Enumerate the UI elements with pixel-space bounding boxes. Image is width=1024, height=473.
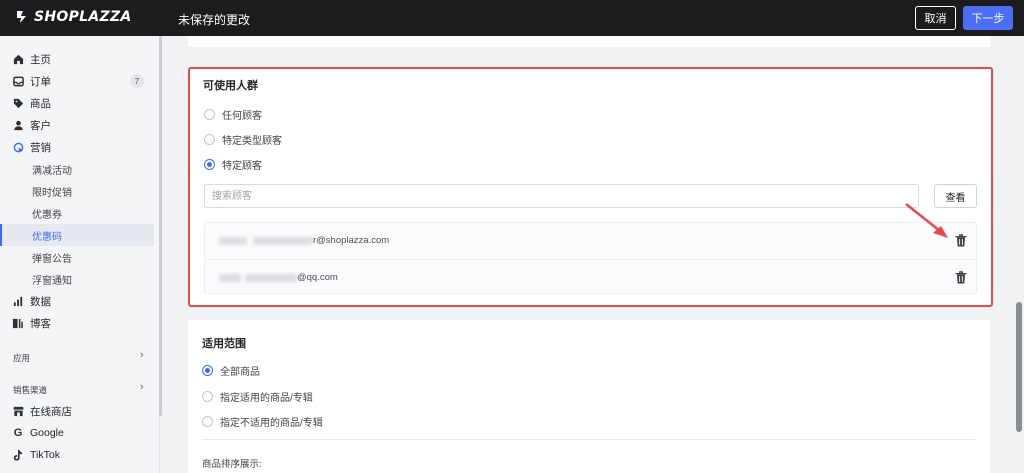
channels-chevron-right-icon[interactable]: › [140,381,144,393]
search-customers-input[interactable] [204,184,919,208]
sidebar-subitem-full-reduction[interactable]: 满减活动 [0,158,154,180]
bar-chart-icon [12,295,24,307]
previous-section-card [188,36,990,47]
divider [202,439,975,440]
sidebar-item-label: Google [30,427,64,439]
sidebar-scrollbar[interactable] [159,36,162,416]
apps-chevron-right-icon[interactable]: › [140,349,144,361]
logo-text: SHOPLAZZA [34,9,132,25]
applicable-scope-title: 适用范围 [202,338,246,350]
list-item: @qq.com [205,259,976,294]
radio-label: 指定不适用的商品/专辑 [220,418,323,429]
sidebar-item-tiktok[interactable]: TikTok [0,444,156,466]
product-sort-label: 商品排序展示: [202,459,262,470]
sidebar-item-online-store[interactable]: 在线商店 [0,400,156,422]
radio-label: 特定类型顾客 [222,136,282,147]
applicable-scope-card: 适用范围 全部商品 指定适用的商品/专辑 指定不适用的商品/专辑 商品排序展示: [188,320,990,473]
sales-channels-section-label: 销售渠道 [13,385,48,395]
radio-button[interactable] [202,365,213,376]
redacted-text [245,274,297,282]
home-icon [12,53,24,65]
view-button[interactable]: 查看 [934,184,977,208]
sidebar-item-analytics[interactable]: 数据 [0,290,156,312]
sidebar-subitem-floating-notice[interactable]: 浮窗通知 [0,268,154,290]
redacted-text [219,274,241,282]
apps-section-label: 应用 [13,353,31,363]
sidebar-item-marketing[interactable]: 营销 [0,136,156,158]
sidebar-subitem-discount-codes[interactable]: 优惠码 [0,224,154,246]
sidebar: 主页 订单 7 商品 客户 营销 满减活动 限时促销 优惠券 优惠码 弹窗公告 … [0,36,160,473]
sidebar-item-label: 在线商店 [30,405,72,418]
sidebar-subitem-coupons[interactable]: 优惠券 [0,202,154,224]
sidebar-item-label: 客户 [30,119,51,132]
radio-label: 指定适用的商品/专辑 [220,393,313,404]
radio-any-customer[interactable]: 任何顾客 [204,107,262,122]
main-scrollbar-thumb[interactable] [1016,302,1022,432]
sidebar-item-label: TikTok [30,449,60,461]
radio-button[interactable] [204,109,215,120]
selected-customers-list: r@shoplazza.com @qq.com [204,222,977,294]
sidebar-item-home[interactable]: 主页 [0,48,156,70]
list-item: r@shoplazza.com [205,223,976,258]
sidebar-item-blog[interactable]: 博客 [0,312,156,334]
tiktok-icon [12,449,24,461]
radio-all-products[interactable]: 全部商品 [202,363,260,378]
marketing-icon [12,141,24,153]
google-icon: G [13,427,23,439]
person-icon [12,119,24,131]
next-button[interactable]: 下一步 [963,6,1013,30]
customer-email: r@shoplazza.com [313,235,390,246]
redacted-text [253,237,313,245]
radio-specific-customers[interactable]: 特定顾客 [204,157,262,172]
sidebar-item-label: 主页 [30,53,51,66]
eligible-customers-title: 可使用人群 [203,80,258,92]
orders-count-badge: 7 [130,74,144,88]
radio-customer-segment[interactable]: 特定类型顾客 [204,132,282,147]
shoplazza-logo-icon [17,11,26,23]
sidebar-item-label: 博客 [30,317,51,330]
cancel-button[interactable]: 取消 [915,6,956,30]
customer-email: @qq.com [297,272,338,283]
inbox-icon [12,75,24,87]
sidebar-item-label: 商品 [30,97,51,110]
sidebar-subitem-popup-announcement[interactable]: 弹窗公告 [0,246,154,268]
sidebar-item-google[interactable]: G Google [0,422,156,444]
sidebar-item-label: 营销 [30,141,51,154]
delete-trash-icon[interactable] [955,271,967,284]
store-icon [12,405,24,417]
radio-button[interactable] [202,416,213,427]
blog-icon [12,317,24,329]
sidebar-item-label: 数据 [30,295,51,308]
radio-button[interactable] [204,159,215,170]
sidebar-item-products[interactable]: 商品 [0,92,156,114]
radio-button[interactable] [204,134,215,145]
top-bar: SHOPLAZZA 未保存的更改 取消 下一步 [0,0,1024,36]
radio-specific-products[interactable]: 指定适用的商品/专辑 [202,389,313,404]
sidebar-item-customers[interactable]: 客户 [0,114,156,136]
sidebar-item-orders[interactable]: 订单 7 [0,70,156,92]
sidebar-subitem-flash-sale[interactable]: 限时促销 [0,180,154,202]
radio-button[interactable] [202,391,213,402]
unsaved-changes-text: 未保存的更改 [178,13,251,27]
delete-trash-icon[interactable] [955,234,967,247]
shoplazza-logo[interactable]: SHOPLAZZA [14,9,132,25]
sidebar-item-label: 订单 [30,75,51,88]
eligible-customers-card: 可使用人群 任何顾客 特定类型顾客 特定顾客 查看 r@shoplazza.co… [188,67,993,307]
radio-label: 特定顾客 [222,161,262,172]
radio-excluded-products[interactable]: 指定不适用的商品/专辑 [202,414,323,429]
radio-label: 任何顾客 [222,111,262,122]
radio-label: 全部商品 [220,367,260,378]
tag-icon [12,97,24,109]
redacted-text [219,237,247,245]
